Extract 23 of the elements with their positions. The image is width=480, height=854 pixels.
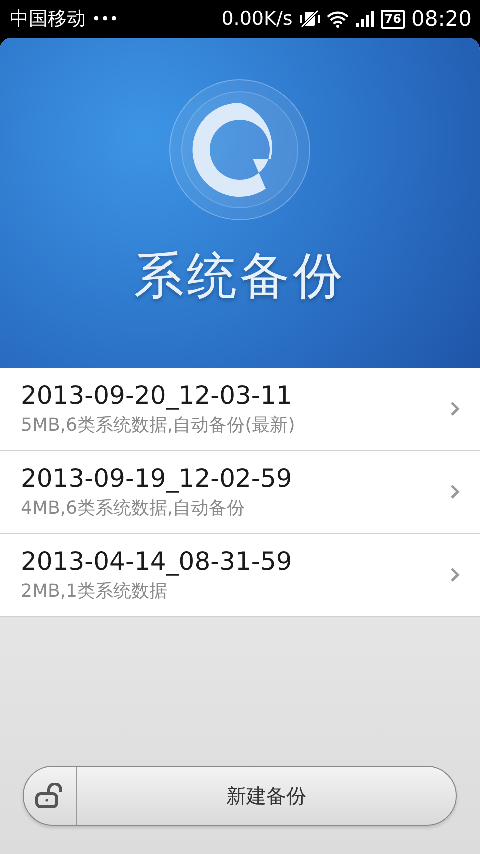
backup-name: 2013-04-14_08-31-59 — [21, 547, 294, 576]
unlocked-padlock-icon — [35, 783, 65, 809]
header-title: 系统备份 — [134, 246, 346, 307]
chevron-icon — [450, 401, 460, 417]
wifi-icon — [326, 10, 349, 28]
clock: 08:20 — [411, 7, 472, 31]
backup-details: 2MB,1类系统数据 — [21, 580, 169, 603]
backup-row[interactable]: 2013-09-20_12-03-11 5MB,6类系统数据,自动备份(最新) — [0, 368, 480, 451]
chevron-icon — [450, 567, 460, 583]
backup-details: 5MB,6类系统数据,自动备份(最新) — [21, 414, 296, 437]
chevron-icon — [450, 484, 460, 500]
backup-row[interactable]: 2013-04-14_08-31-59 2MB,1类系统数据 — [0, 534, 480, 617]
network-speed: 0.00K/s — [222, 8, 293, 30]
signal-icon — [354, 11, 375, 27]
backup-row[interactable]: 2013-09-19_12-02-59 4MB,6类系统数据,自动备份 — [0, 451, 480, 534]
battery-icon: 76 — [380, 10, 406, 28]
backup-logo-icon — [169, 79, 311, 221]
backup-details: 4MB,6类系统数据,自动备份 — [21, 497, 246, 520]
backup-name: 2013-09-19_12-02-59 — [21, 464, 294, 493]
backup-name: 2013-09-20_12-03-11 — [21, 381, 294, 410]
notification-dots: ••• — [92, 10, 119, 28]
muted-vibrate-icon — [298, 10, 321, 28]
carrier-name: 中国移动 — [10, 7, 86, 32]
